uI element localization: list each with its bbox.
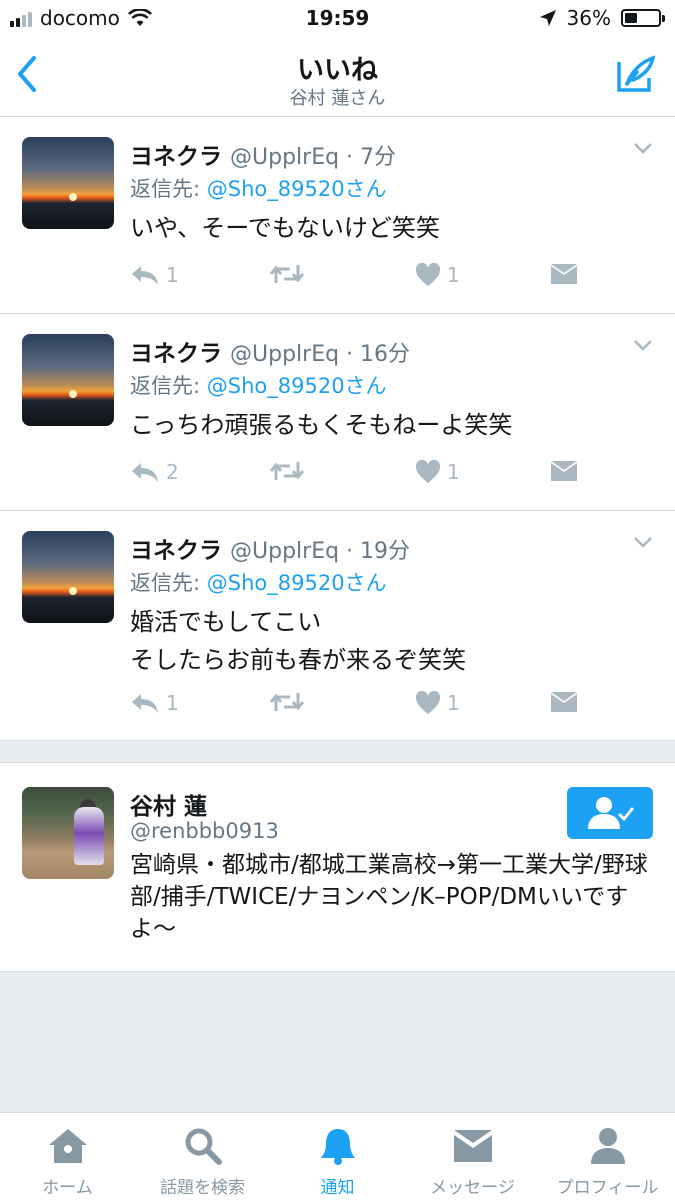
author-name[interactable]: ヨネクラ: [130, 341, 222, 367]
page-subtitle: 谷村 蓮さん: [289, 88, 386, 109]
retweet-icon: [270, 265, 304, 283]
chevron-down-icon[interactable]: [633, 141, 653, 155]
reply-prefix: 返信先:: [130, 374, 207, 398]
tweet-text: いや、そーでもないけど笑笑: [130, 214, 440, 242]
avatar[interactable]: [22, 334, 114, 426]
like-button[interactable]: 1: [415, 460, 460, 484]
tab-label: 通知: [320, 1178, 355, 1198]
heart-icon: [415, 691, 441, 714]
tab-label: プロフィール: [556, 1178, 659, 1198]
retweet-button[interactable]: [270, 263, 310, 285]
reply-prefix: 返信先:: [130, 571, 207, 595]
tab-profile[interactable]: プロフィール: [540, 1125, 675, 1198]
author-meta: @UpplrEq · 7分: [230, 145, 397, 170]
dm-share-button[interactable]: [550, 691, 578, 713]
retweet-icon: [270, 693, 304, 711]
envelope-icon: [453, 1130, 492, 1162]
tab-label: ホーム: [42, 1178, 93, 1198]
heart-icon: [415, 460, 441, 483]
tweet-header: ヨネクラ @UpplrEq · 19分: [130, 531, 410, 565]
avatar[interactable]: [22, 137, 114, 229]
author-name[interactable]: ヨネクラ: [130, 144, 222, 170]
bell-icon: [320, 1129, 355, 1165]
profile-card[interactable]: 谷村 蓮 @renbbb0913 宮崎県・都城市/都城工業高校→第一工業大学/野…: [0, 762, 675, 972]
tweet-actions: 2 1: [130, 460, 650, 490]
reply-button[interactable]: 1: [130, 263, 179, 287]
reply-icon: [132, 266, 158, 285]
home-icon: [48, 1129, 87, 1163]
tweet-actions: 1 1: [130, 263, 650, 293]
tab-search[interactable]: 話題を検索: [135, 1125, 270, 1198]
reply-mention[interactable]: @Sho_89520さん: [207, 571, 387, 595]
envelope-icon: [551, 264, 577, 284]
like-count: 1: [447, 460, 460, 484]
tab-home[interactable]: ホーム: [0, 1125, 135, 1198]
status-right: 36%: [539, 6, 665, 30]
reply-count: 2: [166, 460, 179, 484]
location-arrow-icon: [539, 10, 556, 26]
chevron-down-icon[interactable]: [633, 338, 653, 352]
battery-icon: [621, 9, 665, 27]
profile-bio: 宮崎県・都城市/都城工業高校→第一工業大学/野球部/捕手/TWICE/ナヨンペン…: [130, 852, 648, 942]
author-name[interactable]: ヨネクラ: [130, 538, 222, 564]
reply-button[interactable]: 2: [130, 460, 179, 484]
like-button[interactable]: 1: [415, 263, 460, 287]
reply-context: 返信先: @Sho_89520さん: [130, 370, 387, 400]
search-icon: [185, 1128, 222, 1165]
compose-tweet-icon[interactable]: [615, 54, 657, 94]
reply-prefix: 返信先:: [130, 177, 207, 201]
envelope-icon: [551, 692, 577, 712]
tab-label: 話題を検索: [160, 1178, 245, 1198]
reply-context: 返信先: @Sho_89520さん: [130, 567, 387, 597]
retweet-icon: [270, 462, 304, 480]
status-bar: docomo 19:59 36%: [0, 0, 675, 38]
retweet-button[interactable]: [270, 691, 310, 713]
page-title: いいね: [297, 55, 378, 86]
tab-messages[interactable]: メッセージ: [405, 1125, 540, 1198]
profile-avatar[interactable]: [22, 787, 114, 879]
reply-icon: [132, 694, 158, 713]
chevron-down-icon[interactable]: [633, 535, 653, 549]
tweet-header: ヨネクラ @UpplrEq · 7分: [130, 137, 396, 171]
heart-icon: [415, 263, 441, 286]
tweet-text: こっちわ頑張るもくそもねーよ笑笑: [130, 411, 513, 439]
reply-mention[interactable]: @Sho_89520さん: [207, 374, 387, 398]
tweet-item[interactable]: ヨネクラ @UpplrEq · 7分 返信先: @Sho_89520さん いや、そ…: [0, 117, 675, 314]
reply-button[interactable]: 1: [130, 691, 179, 715]
tweet-header: ヨネクラ @UpplrEq · 16分: [130, 334, 410, 368]
navigation-bar: いいね 谷村 蓮さん: [0, 38, 675, 117]
avatar[interactable]: [22, 531, 114, 623]
profile-handle: @renbbb0913: [130, 819, 279, 843]
author-meta: @UpplrEq · 19分: [230, 539, 411, 564]
dm-share-button[interactable]: [550, 263, 578, 285]
person-icon: [590, 1128, 625, 1164]
envelope-icon: [551, 461, 577, 481]
tweet-item[interactable]: ヨネクラ @UpplrEq · 16分 返信先: @Sho_89520さん こっち…: [0, 314, 675, 511]
battery-percent: 36%: [566, 6, 611, 30]
reply-icon: [132, 463, 158, 482]
like-count: 1: [447, 691, 460, 715]
following-button[interactable]: [567, 787, 653, 839]
like-button[interactable]: 1: [415, 691, 460, 715]
reply-count: 1: [166, 263, 179, 287]
person-check-icon: [588, 797, 634, 829]
dm-share-button[interactable]: [550, 460, 578, 482]
reply-context: 返信先: @Sho_89520さん: [130, 173, 387, 203]
author-meta: @UpplrEq · 16分: [230, 342, 411, 367]
tweet-text: 婚活でもしてこい そしたらお前も春が来るぞ笑笑: [130, 608, 466, 674]
reply-count: 1: [166, 691, 179, 715]
tab-notifications[interactable]: 通知: [270, 1125, 405, 1198]
tweet-item[interactable]: ヨネクラ @UpplrEq · 19分 返信先: @Sho_89520さん 婚活で…: [0, 511, 675, 741]
like-count: 1: [447, 263, 460, 287]
reply-mention[interactable]: @Sho_89520さん: [207, 177, 387, 201]
tab-label: メッセージ: [430, 1178, 515, 1198]
tweet-actions: 1 1: [130, 691, 650, 721]
tab-bar: ホーム 話題を検索 通知 メッセージ プロフィール: [0, 1112, 675, 1201]
retweet-button[interactable]: [270, 460, 310, 482]
profile-name[interactable]: 谷村 蓮: [130, 787, 207, 821]
